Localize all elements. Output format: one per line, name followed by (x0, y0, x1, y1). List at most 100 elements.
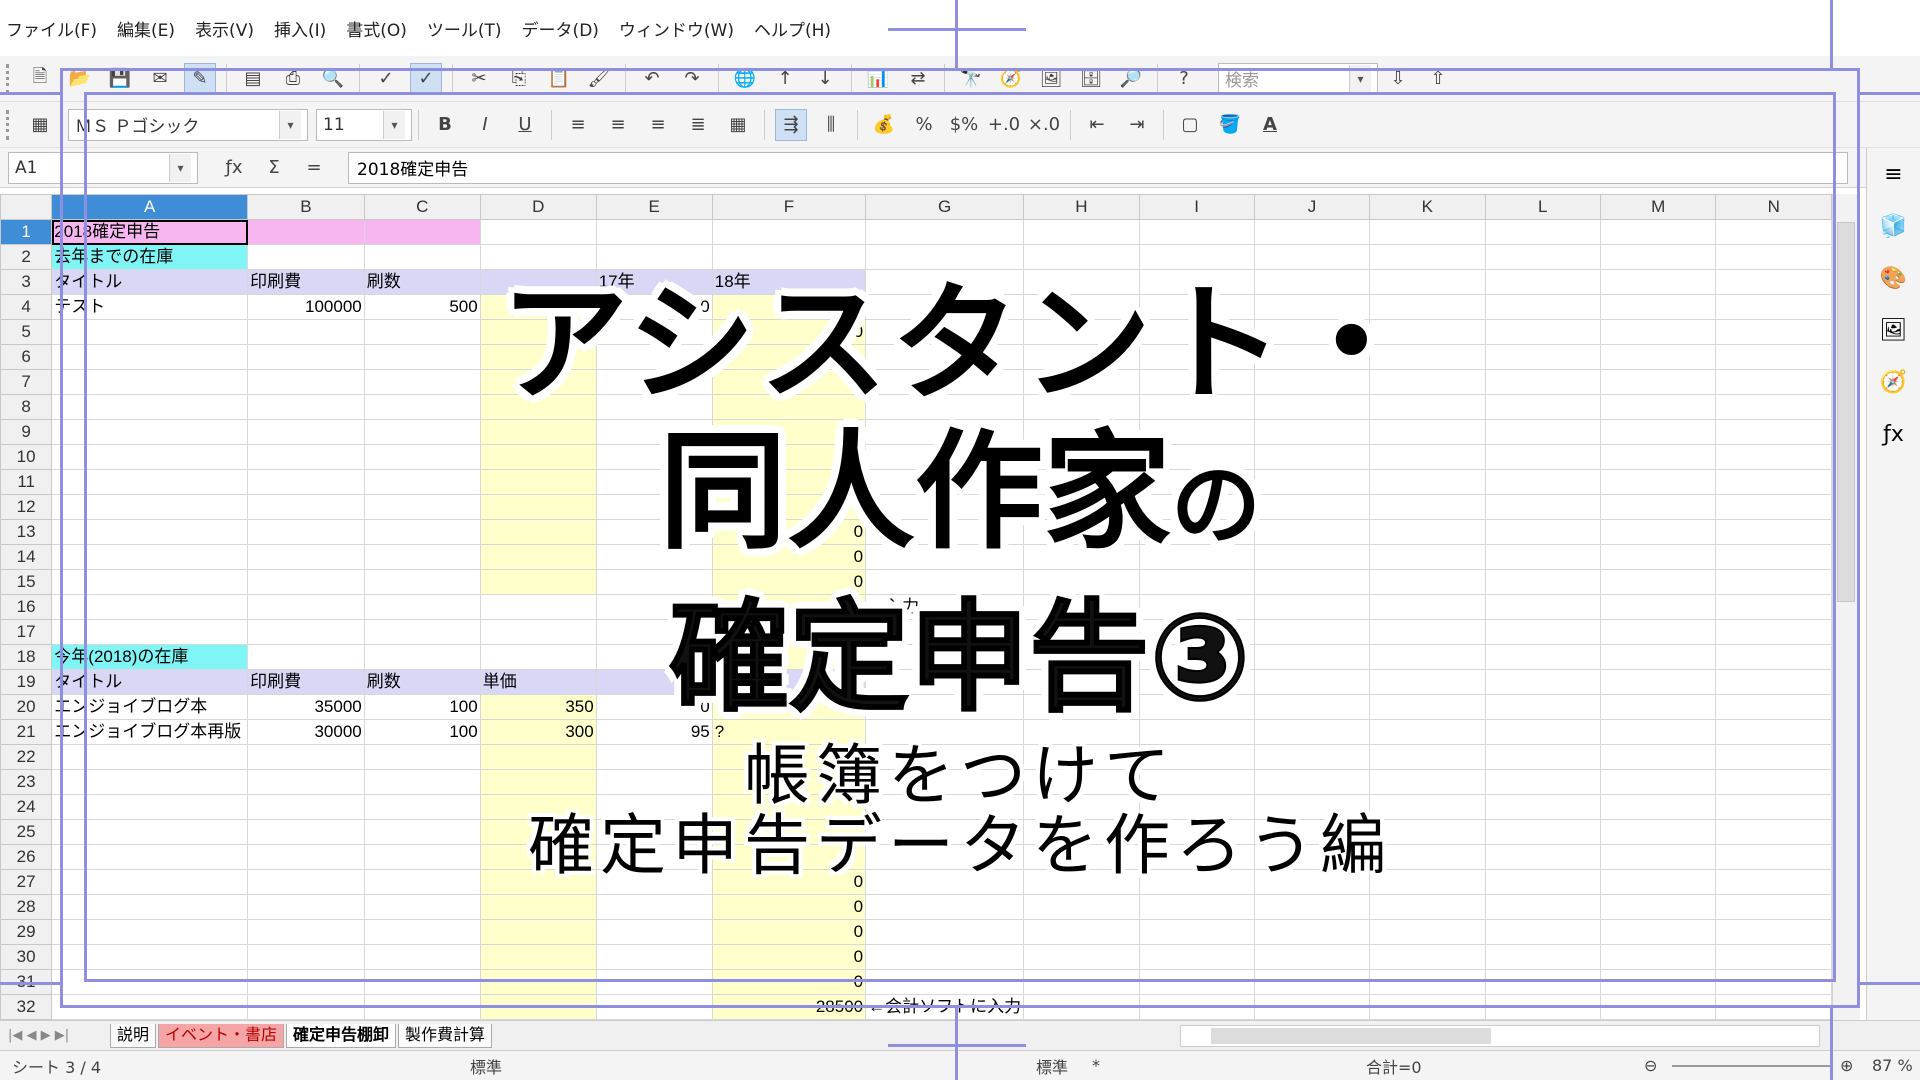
cell-j13[interactable] (1253, 519, 1371, 545)
edit-mode-icon[interactable]: ✎ (184, 62, 216, 95)
cell-b10[interactable] (247, 444, 365, 470)
menu-file[interactable]: ファイル(F) (6, 16, 97, 41)
cell-i7[interactable] (1138, 369, 1255, 395)
cell-c23[interactable] (363, 769, 481, 795)
cell-k14[interactable] (1369, 544, 1486, 570)
cell-e24[interactable] (595, 794, 713, 820)
cell-i28[interactable] (1138, 894, 1255, 920)
cell-h11[interactable] (1023, 469, 1140, 495)
cell-g7[interactable] (865, 369, 1025, 395)
auto-spellcheck-icon[interactable]: ✓ (410, 62, 442, 95)
cell-a29[interactable] (51, 919, 249, 945)
row-header[interactable]: 8 (0, 394, 53, 420)
tab-event-store[interactable]: イベント・書店 (158, 1023, 285, 1048)
cell-n16[interactable] (1715, 594, 1832, 620)
cell-k3[interactable] (1369, 269, 1486, 295)
cell-h6[interactable] (1023, 344, 1140, 370)
cell-n28[interactable] (1715, 894, 1832, 920)
cell-h5[interactable] (1023, 319, 1140, 345)
cell-n32[interactable] (1715, 994, 1832, 1020)
cell-b11[interactable] (247, 469, 365, 495)
row-header[interactable]: 12 (0, 494, 53, 520)
font-name-select[interactable]: ＭＳ Ｐゴシック ▾ (68, 108, 308, 141)
cell-k10[interactable] (1369, 444, 1486, 470)
cell-h30[interactable] (1023, 944, 1140, 970)
column-header-k[interactable]: K (1369, 194, 1486, 220)
row-header[interactable]: 25 (0, 819, 53, 845)
cell-h28[interactable] (1023, 894, 1140, 920)
cell-k25[interactable] (1369, 819, 1486, 845)
toolbar-grip[interactable] (6, 63, 14, 94)
cell-d24[interactable] (479, 794, 597, 820)
cell-i2[interactable] (1138, 244, 1255, 270)
cell-e31[interactable] (595, 969, 713, 995)
row-header[interactable]: 19 (0, 669, 53, 695)
cell-d27[interactable] (479, 869, 597, 895)
styles-icon[interactable]: ▦ (24, 109, 56, 141)
cell-l9[interactable] (1484, 419, 1601, 445)
menu-view[interactable]: 表示(V) (195, 16, 254, 41)
cell-k23[interactable] (1369, 769, 1486, 795)
cell-h3[interactable] (1023, 269, 1140, 295)
cell-e28[interactable] (595, 894, 713, 920)
redo-icon[interactable]: ↷ (676, 63, 708, 95)
cell-e21[interactable]: 95 (595, 719, 713, 745)
cell-k32[interactable] (1369, 994, 1486, 1020)
cell-g13[interactable] (865, 519, 1025, 545)
cell-g23[interactable] (865, 769, 1025, 795)
cell-h14[interactable] (1023, 544, 1140, 570)
row-header[interactable]: 17 (0, 619, 53, 645)
cell-d6[interactable] (479, 344, 597, 370)
tab-production-cost[interactable]: 製作費計算 (398, 1023, 493, 1048)
menu-tools[interactable]: ツール(T) (427, 16, 502, 41)
cell-j30[interactable] (1253, 944, 1371, 970)
cell-i4[interactable] (1138, 294, 1255, 320)
cell-b32[interactable] (247, 994, 365, 1020)
cell-b4[interactable]: 100000 (247, 294, 365, 320)
cell-n7[interactable] (1715, 369, 1832, 395)
cell-a28[interactable] (51, 894, 249, 920)
chevron-down-icon[interactable]: ▾ (279, 110, 301, 139)
cell-h2[interactable] (1023, 244, 1140, 270)
cell-f7[interactable]: 0 (711, 369, 867, 395)
cell-a16[interactable] (51, 594, 249, 620)
cell-n10[interactable] (1715, 444, 1832, 470)
cell-k13[interactable] (1369, 519, 1486, 545)
cell-i10[interactable] (1138, 444, 1255, 470)
cell-f17[interactable] (711, 619, 867, 645)
cell-d3[interactable] (479, 269, 597, 295)
cell-h31[interactable] (1023, 969, 1140, 995)
cell-n23[interactable] (1715, 769, 1832, 795)
cell-m31[interactable] (1599, 969, 1717, 995)
cell-e9[interactable] (595, 419, 713, 445)
cell-f14[interactable]: 0 (711, 544, 867, 570)
cell-d17[interactable] (479, 619, 597, 645)
cell-e5[interactable] (595, 319, 713, 345)
search-input[interactable]: 検索 ▾ (1218, 62, 1378, 95)
cell-d11[interactable] (479, 469, 597, 495)
find-next-icon[interactable]: ⇩ (1382, 63, 1414, 95)
cell-m6[interactable] (1599, 344, 1717, 370)
cell-n22[interactable] (1715, 744, 1832, 770)
undo-icon[interactable]: ↶ (636, 63, 668, 95)
cell-c15[interactable] (363, 569, 481, 595)
cell-l30[interactable] (1484, 944, 1601, 970)
row-header[interactable]: 10 (0, 444, 53, 470)
cell-g15[interactable] (865, 569, 1025, 595)
menu-help[interactable]: ヘルプ(H) (754, 16, 831, 41)
cell-i30[interactable] (1138, 944, 1255, 970)
cell-c21[interactable]: 100 (363, 719, 481, 745)
cell-a25[interactable] (51, 819, 249, 845)
cell-b14[interactable] (247, 544, 365, 570)
cell-h18[interactable] (1023, 644, 1140, 670)
row-header[interactable]: 5 (0, 319, 53, 345)
column-header-m[interactable]: M (1599, 194, 1717, 220)
cell-l25[interactable] (1484, 819, 1601, 845)
cell-i26[interactable] (1138, 844, 1255, 870)
row-header[interactable]: 22 (0, 744, 53, 770)
cell-m26[interactable] (1599, 844, 1717, 870)
cell-k2[interactable] (1369, 244, 1486, 270)
cell-b24[interactable] (247, 794, 365, 820)
cell-m27[interactable] (1599, 869, 1717, 895)
cell-g18[interactable] (865, 644, 1025, 670)
